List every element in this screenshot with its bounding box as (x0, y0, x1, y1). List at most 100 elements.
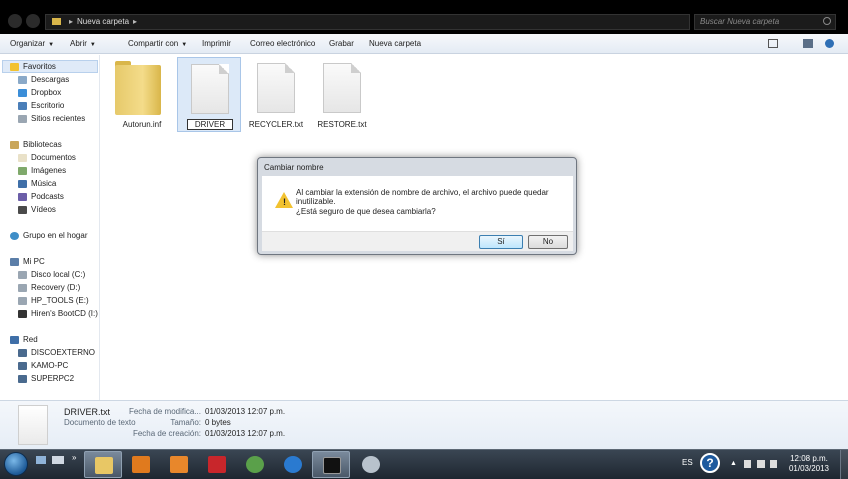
dialog-body: ! Al cambiar la extensión de nombre de a… (262, 176, 573, 231)
clock-date: 01/03/2013 (788, 464, 830, 473)
burn-button[interactable]: Grabar (329, 39, 354, 48)
nav-item-descargas[interactable]: Descargas (18, 74, 69, 86)
dialog-title: Cambiar nombre (264, 163, 324, 172)
show-desktop-button[interactable] (840, 450, 848, 479)
nav-favorites[interactable]: Favoritos (10, 61, 56, 73)
taskbar-command-prompt[interactable] (312, 451, 350, 478)
nav-item-hirens-i[interactable]: Hiren's BootCD (I:) (18, 308, 98, 320)
folder-icon (95, 457, 113, 474)
clock[interactable]: 12:08 p.m. 01/03/2013 (780, 454, 838, 474)
network-icon (10, 336, 19, 344)
forward-button[interactable] (26, 14, 40, 28)
nav-item-discoexterno[interactable]: DISCOEXTERNO (18, 347, 95, 359)
text-document-icon (257, 63, 295, 113)
nav-libraries[interactable]: Bibliotecas (10, 139, 62, 151)
folder-icon (115, 65, 161, 115)
language-indicator[interactable]: ES (682, 458, 693, 467)
taskbar-tools[interactable] (352, 451, 390, 478)
address-bar[interactable]: ▸ Nueva carpeta ▸ (45, 14, 690, 30)
taskbar: » ES ? ▲ 12:08 p.m. 01/03/2013 (0, 449, 848, 479)
size-value: 0 bytes (205, 418, 231, 427)
pictures-icon (18, 167, 27, 175)
created-label: Fecha de creación: (132, 429, 201, 438)
nav-item-recovery-d[interactable]: Recovery (D:) (18, 282, 80, 294)
network-icon[interactable] (757, 460, 765, 468)
star-icon (10, 63, 19, 71)
taskbar-internet-explorer[interactable] (274, 451, 312, 478)
volume-icon[interactable] (770, 460, 777, 468)
recent-places-icon (18, 115, 27, 123)
tools-icon (362, 456, 380, 473)
open-button[interactable]: Abrir ▼ (70, 39, 96, 48)
rename-dialog: Cambiar nombre ! Al cambiar la extensión… (257, 157, 577, 255)
breadcrumb-segment[interactable]: Nueva carpeta (77, 17, 129, 26)
nav-item-kamo-pc[interactable]: KAMO-PC (18, 360, 68, 372)
search-icon (823, 17, 831, 25)
warning-exclamation: ! (283, 197, 286, 207)
taskbar-messenger[interactable] (236, 451, 274, 478)
file-item-driver[interactable]: DRIVER (177, 57, 241, 132)
email-button[interactable]: Correo electrónico (250, 39, 315, 48)
size-label: Tamaño: (170, 418, 201, 427)
navigation-pane: Favoritos Descargas Dropbox Escritorio S… (0, 55, 100, 400)
file-item-recycler[interactable]: RECYCLER.txt (244, 57, 308, 132)
nav-item-musica[interactable]: Música (18, 178, 56, 190)
back-button[interactable] (8, 14, 22, 28)
share-button[interactable]: Compartir con ▼ (128, 39, 187, 48)
file-item-restore[interactable]: RESTORE.txt (310, 57, 374, 132)
nav-item-escritorio[interactable]: Escritorio (18, 100, 64, 112)
rename-input[interactable]: DRIVER (187, 119, 233, 130)
help-icon[interactable] (825, 39, 834, 48)
nav-item-sitios-recientes[interactable]: Sitios recientes (18, 113, 85, 125)
dropdown-arrow-icon: ▼ (48, 42, 55, 48)
search-placeholder: Buscar Nueva carpeta (700, 17, 780, 26)
network-computer-icon (18, 375, 27, 383)
nav-item-disco-c[interactable]: Disco local (C:) (18, 269, 85, 281)
nav-item-hp-tools-e[interactable]: HP_TOOLS (E:) (18, 295, 89, 307)
nav-item-podcasts[interactable]: Podcasts (18, 191, 64, 203)
file-item-autorun[interactable]: Autorun.inf (110, 57, 174, 132)
help-icon[interactable]: ? (700, 453, 720, 473)
dropbox-icon (18, 89, 27, 97)
nav-item-dropbox[interactable]: Dropbox (18, 87, 61, 99)
text-document-icon (191, 64, 229, 114)
folder-icon (52, 18, 61, 25)
documents-icon (18, 154, 27, 162)
drive-icon (18, 271, 27, 279)
nav-homegroup[interactable]: Grupo en el hogar (10, 230, 88, 242)
organize-button[interactable]: Organizar ▼ (10, 39, 54, 48)
new-folder-button[interactable]: Nueva carpeta (369, 39, 421, 48)
taskbar-media-player[interactable] (122, 451, 160, 478)
view-options-icon[interactable] (768, 39, 778, 48)
dialog-question: ¿Está seguro de que desea cambiarla? (296, 207, 436, 216)
flag-icon[interactable] (744, 460, 751, 468)
command-bar: Organizar ▼ Abrir ▼ Compartir con ▼ Imprimi… (0, 34, 848, 54)
nav-network[interactable]: Red (10, 334, 38, 346)
chevron-right-icon[interactable]: ▸ (133, 17, 137, 26)
clock-time: 12:08 p.m. (790, 454, 828, 463)
nav-item-imagenes[interactable]: Imágenes (18, 165, 66, 177)
nav-item-videos[interactable]: Vídeos (18, 204, 56, 216)
internet-explorer-icon (284, 456, 302, 473)
show-desktop-mini-icon[interactable] (36, 456, 46, 464)
quicklaunch-expand-icon[interactable]: » (72, 453, 76, 462)
search-input[interactable]: Buscar Nueva carpeta (694, 14, 836, 30)
print-button[interactable]: Imprimir (202, 39, 231, 48)
details-filename: DRIVER.txt (64, 407, 111, 417)
mail-mini-icon[interactable] (52, 456, 64, 464)
network-computer-icon (18, 362, 27, 370)
yes-button[interactable]: Sí (479, 235, 523, 249)
tray-expand-icon[interactable]: ▲ (730, 460, 737, 467)
nav-computer[interactable]: Mi PC (10, 256, 45, 268)
no-button[interactable]: No (528, 235, 568, 249)
preview-pane-icon[interactable] (803, 39, 813, 48)
text-document-icon (323, 63, 361, 113)
libraries-icon (10, 141, 19, 149)
nav-item-documentos[interactable]: Documentos (18, 152, 76, 164)
taskbar-pdf-reader[interactable] (198, 451, 236, 478)
taskbar-windows-explorer[interactable] (84, 451, 122, 478)
start-button[interactable] (4, 452, 28, 476)
taskbar-mail[interactable] (160, 451, 198, 478)
nav-item-superpc2[interactable]: SUPERPC2 (18, 373, 74, 385)
music-icon (18, 180, 27, 188)
